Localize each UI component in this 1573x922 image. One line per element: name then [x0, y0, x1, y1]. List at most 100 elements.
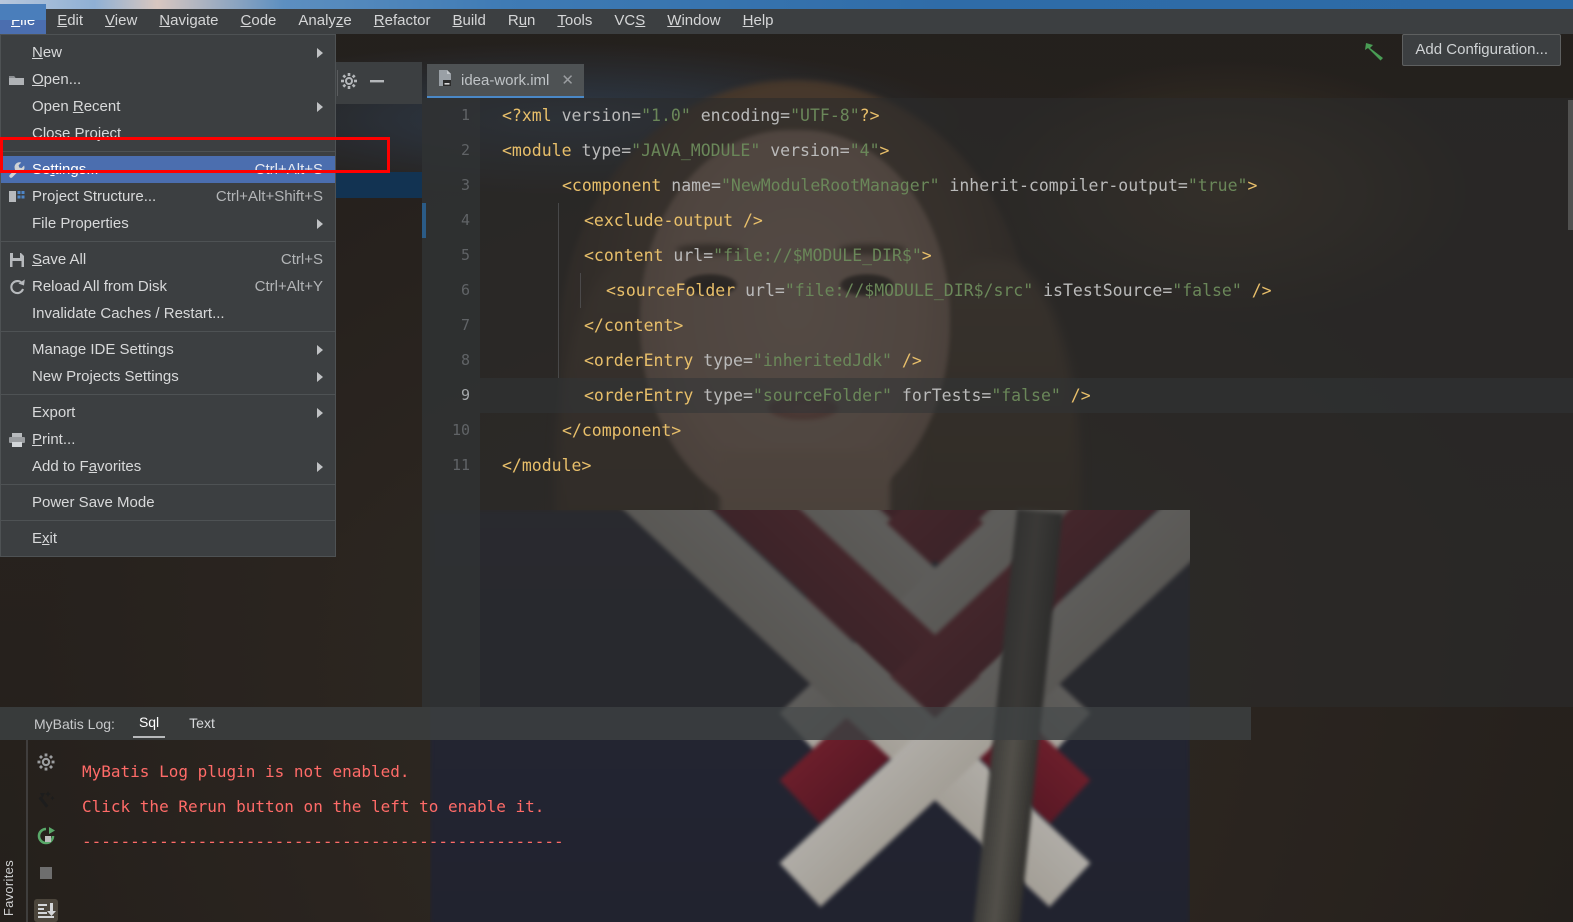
window-title-strip: [0, 0, 1573, 20]
chevron-right-icon: [317, 218, 323, 229]
code-area[interactable]: 1 2 3 4 5 6 7 8 9 10 11 <?xml version="1…: [422, 98, 1573, 707]
menu-item-reload-accel: Ctrl+Alt+Y: [254, 278, 323, 295]
idea-window: File Edit View Navigate Code Analyze Ref…: [0, 0, 1573, 922]
line-number: 8: [460, 351, 470, 369]
menu-item-project-structure-accel: Ctrl+Alt+Shift+S: [215, 188, 323, 205]
mybatis-log-sidebar: [28, 740, 64, 922]
run-toolbar: Add Configuration...: [1362, 34, 1561, 66]
menu-item-invalidate-caches[interactable]: Invalidate Caches / Restart...: [1, 300, 335, 327]
add-configuration-button[interactable]: Add Configuration...: [1402, 34, 1561, 66]
menu-separator: [1, 241, 335, 242]
menu-vcs[interactable]: VCS: [603, 7, 656, 34]
menu-item-settings-accel: Ctrl+Alt+S: [254, 161, 323, 178]
line-number: 10: [451, 421, 470, 439]
menu-separator: [1, 520, 335, 521]
minimize-icon[interactable]: [368, 72, 386, 95]
menu-separator: [1, 331, 335, 332]
mybatis-log-title: MyBatis Log:: [34, 715, 115, 732]
chevron-right-icon: [317, 407, 323, 418]
menu-item-save-all[interactable]: Save All Ctrl+S: [1, 246, 335, 273]
mybatis-log-console[interactable]: MyBatis Log plugin is not enabled. Click …: [64, 740, 1251, 922]
gear-icon[interactable]: [340, 72, 358, 95]
line-number: 11: [451, 456, 470, 474]
menu-item-project-structure[interactable]: Project Structure... Ctrl+Alt+Shift+S: [1, 183, 335, 210]
magic-wand-icon[interactable]: [34, 787, 58, 810]
menu-item-new-projects-settings[interactable]: New Projects Settings: [1, 363, 335, 390]
menu-item-save-all-accel: Ctrl+S: [280, 251, 323, 268]
green-arrow-icon[interactable]: [1362, 37, 1388, 63]
menu-item-exit[interactable]: Exit: [1, 525, 335, 552]
line-number: 2: [460, 141, 470, 159]
rerun-icon[interactable]: [34, 824, 58, 847]
code-line-11: </module>: [502, 456, 592, 475]
menu-item-new[interactable]: New: [1, 39, 335, 66]
code-line-10: </component>: [562, 421, 682, 440]
tab-text[interactable]: Text: [183, 711, 221, 737]
wrench-icon: [7, 160, 27, 180]
menu-navigate[interactable]: Navigate: [148, 7, 229, 34]
editor-tab-idea-work-iml[interactable]: idea-work.iml ✕: [427, 64, 584, 98]
menu-refactor[interactable]: Refactor: [363, 7, 442, 34]
editor-tab-label: idea-work.iml: [461, 71, 550, 89]
sidebar-item-favorites[interactable]: Favorites: [1, 860, 16, 916]
editor-scrollbar-thumb[interactable]: [1568, 100, 1573, 230]
chevron-right-icon: [317, 101, 323, 112]
file-menu-dropdown: New Open... Open Recent Close Project Se…: [0, 34, 336, 557]
new-icon: [7, 43, 27, 63]
menu-code[interactable]: Code: [230, 7, 288, 34]
code-line-8: <orderEntry type="inheritedJdk" />: [584, 351, 922, 370]
menu-item-file-properties[interactable]: File Properties: [1, 210, 335, 237]
code-lines[interactable]: <?xml version="1.0" encoding="UTF-8"?> <…: [480, 98, 1573, 707]
save-icon: [7, 250, 27, 270]
scroll-to-end-icon[interactable]: [34, 898, 58, 922]
menu-build[interactable]: Build: [441, 7, 496, 34]
line-number: 7: [460, 316, 470, 334]
project-tree-selected-row[interactable]: [336, 172, 422, 198]
line-number: 5: [460, 246, 470, 264]
menu-edit[interactable]: Edit: [46, 7, 94, 34]
code-line-2: <module type="JAVA_MODULE" version="4">: [502, 141, 890, 160]
tab-sql[interactable]: Sql: [132, 710, 166, 738]
menu-analyze[interactable]: Analyze: [287, 7, 362, 34]
console-line-1: MyBatis Log plugin is not enabled.: [82, 762, 410, 781]
menu-item-add-to-favorites[interactable]: Add to Favorites: [1, 453, 335, 480]
line-number: 3: [460, 176, 470, 194]
chevron-right-icon: [317, 371, 323, 382]
gear-icon[interactable]: [34, 750, 58, 773]
menu-item-reload-all-from-disk[interactable]: Reload All from Disk Ctrl+Alt+Y: [1, 273, 335, 300]
code-line-5: <content url="file://$MODULE_DIR$">: [584, 246, 932, 265]
line-number: 4: [460, 211, 470, 229]
menu-item-power-save-mode[interactable]: Power Save Mode: [1, 489, 335, 516]
menu-item-manage-ide-settings[interactable]: Manage IDE Settings: [1, 336, 335, 363]
refresh-icon: [7, 277, 27, 297]
menu-window[interactable]: Window: [656, 7, 731, 34]
close-icon[interactable]: ✕: [561, 71, 574, 89]
code-line-6: <sourceFolder url="file://$MODULE_DIR$/s…: [606, 281, 1272, 300]
line-number: 6: [460, 281, 470, 299]
menu-separator: [1, 394, 335, 395]
menu-view[interactable]: View: [94, 7, 148, 34]
stop-icon[interactable]: [34, 862, 58, 885]
chevron-right-icon: [317, 47, 323, 58]
menu-item-open[interactable]: Open...: [1, 66, 335, 93]
code-line-3: <component name="NewModuleRootManager" i…: [562, 176, 1258, 195]
menu-item-export[interactable]: Export: [1, 399, 335, 426]
editor: idea-work.iml ✕ 1 2 3 4 5 6 7 8 9 10 11: [422, 62, 1573, 707]
menu-separator: [1, 151, 335, 152]
print-icon: [7, 430, 27, 450]
menu-separator: [1, 484, 335, 485]
code-line-1: <?xml version="1.0" encoding="UTF-8"?>: [502, 106, 880, 125]
project-panel-header: [336, 62, 422, 104]
menu-item-open-recent[interactable]: Open Recent: [1, 93, 335, 120]
menu-item-settings[interactable]: Settings... Ctrl+Alt+S: [1, 156, 335, 183]
menu-item-print[interactable]: Print...: [1, 426, 335, 453]
console-line-2: Click the Rerun button on the left to en…: [82, 797, 545, 816]
menu-run[interactable]: Run: [497, 7, 547, 34]
chevron-right-icon: [317, 461, 323, 472]
chevron-right-icon: [317, 344, 323, 355]
code-line-4: <exclude-output />: [584, 211, 763, 230]
menu-help[interactable]: Help: [732, 7, 785, 34]
menu-tools[interactable]: Tools: [546, 7, 603, 34]
menu-item-close-project[interactable]: Close Project: [1, 120, 335, 147]
line-number-gutter: 1 2 3 4 5 6 7 8 9 10 11: [422, 98, 480, 707]
